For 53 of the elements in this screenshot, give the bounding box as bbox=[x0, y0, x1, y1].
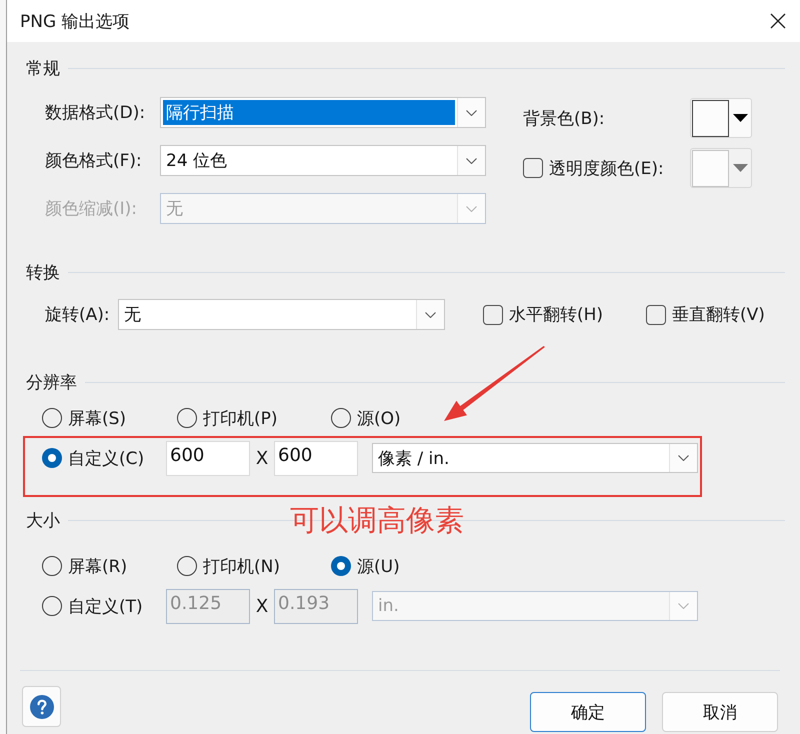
field-label: 旋转(A): bbox=[45, 304, 111, 326]
chevron-down-icon bbox=[425, 312, 436, 318]
text-field[interactable]: 600 bbox=[166, 440, 250, 476]
dropdown[interactable]: 24 位色 bbox=[160, 145, 486, 176]
radio-label[interactable]: 屏幕(S) bbox=[68, 406, 126, 430]
dialog-button[interactable]: 确定 bbox=[530, 692, 646, 732]
dropdown[interactable]: 无 bbox=[118, 299, 445, 330]
radio-button[interactable] bbox=[177, 556, 197, 576]
radio-button[interactable] bbox=[42, 408, 62, 428]
chevron-down-icon bbox=[466, 110, 477, 116]
radio-button[interactable] bbox=[42, 556, 62, 576]
radio-label[interactable]: 自定义(C) bbox=[68, 446, 144, 470]
checkbox-label[interactable]: 垂直翻转(V) bbox=[672, 303, 765, 326]
field-label: 颜色缩减(I): bbox=[45, 198, 138, 220]
chevron-down-icon bbox=[678, 603, 689, 609]
help-button[interactable] bbox=[22, 686, 61, 727]
window-title: PNG 输出选项 bbox=[20, 10, 130, 32]
radio-label[interactable]: 源(O) bbox=[357, 406, 401, 430]
field-label: 数据格式(D): bbox=[45, 102, 146, 124]
caret-icon bbox=[733, 114, 748, 122]
chevron-down-icon bbox=[466, 158, 477, 164]
radio-label[interactable]: 屏幕(R) bbox=[68, 554, 128, 578]
dimension-separator: X bbox=[254, 448, 270, 468]
group-title: 转换 bbox=[26, 262, 60, 284]
group-title: 大小 bbox=[26, 510, 60, 532]
color-swatch-icon bbox=[692, 100, 729, 136]
text-field[interactable]: 600 bbox=[274, 440, 358, 476]
dialog-button[interactable]: 取消 bbox=[662, 692, 778, 732]
close-icon[interactable] bbox=[770, 13, 786, 29]
chevron-down-icon bbox=[678, 455, 689, 461]
color-picker-button[interactable] bbox=[690, 98, 752, 138]
radio-button[interactable] bbox=[42, 448, 62, 468]
radio-button[interactable] bbox=[331, 556, 351, 576]
checkbox[interactable] bbox=[483, 304, 503, 324]
radio-label[interactable]: 打印机(P) bbox=[203, 406, 278, 430]
checkbox-label[interactable]: 水平翻转(H) bbox=[509, 303, 604, 326]
field-label: 颜色格式(F): bbox=[45, 150, 143, 172]
checkbox[interactable] bbox=[646, 304, 666, 324]
radio-button[interactable] bbox=[177, 408, 197, 428]
chevron-down-icon bbox=[466, 206, 477, 212]
dimension-separator: X bbox=[254, 596, 270, 616]
radio-label[interactable]: 源(U) bbox=[357, 554, 400, 578]
help-icon bbox=[30, 694, 54, 718]
group-title: 分辨率 bbox=[26, 372, 77, 394]
field-label: 背景色(B): bbox=[523, 108, 605, 130]
group-title: 常规 bbox=[26, 58, 60, 80]
color-swatch-icon bbox=[692, 150, 729, 186]
radio-label[interactable]: 打印机(N) bbox=[203, 554, 280, 578]
dropdown[interactable]: 隔行扫描 bbox=[160, 97, 486, 128]
annotation-text: 可以调高像素 bbox=[290, 503, 464, 538]
dropdown[interactable]: 像素 / in. bbox=[372, 443, 698, 473]
caret-icon bbox=[733, 164, 748, 172]
radio-button[interactable] bbox=[331, 408, 351, 428]
